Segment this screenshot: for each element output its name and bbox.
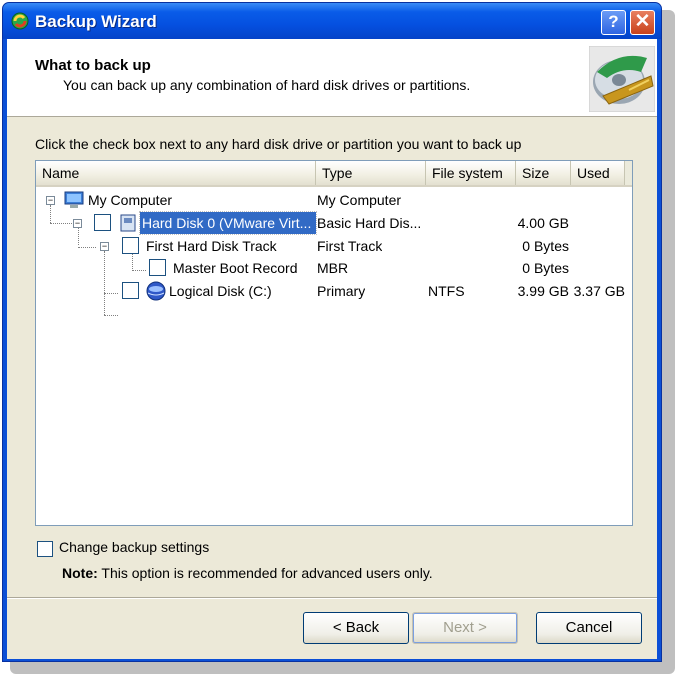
tree-row-hard-disk-0[interactable]: − Hard Disk 0 (VMware Virt... Basic Hard… xyxy=(36,211,632,235)
disk-tree-list[interactable]: Name Type File system Size Used − My Com… xyxy=(35,160,633,526)
row-type: My Computer xyxy=(317,192,402,208)
first-track-checkbox[interactable] xyxy=(122,237,139,254)
title-bar[interactable]: Backup Wizard ? ✕ xyxy=(3,3,661,39)
row-type: MBR xyxy=(317,260,349,276)
logical-disk-checkbox[interactable] xyxy=(122,282,139,299)
hard-disk-checkbox[interactable] xyxy=(94,214,111,231)
row-used: 3.37 GB xyxy=(573,283,625,299)
collapse-icon[interactable]: − xyxy=(100,242,109,251)
window-title: Backup Wizard xyxy=(35,12,157,31)
column-name[interactable]: Name xyxy=(36,161,316,185)
row-name: Master Boot Record xyxy=(173,260,298,276)
note-prefix: Note: xyxy=(62,565,98,581)
page-subtitle: You can back up any combination of hard … xyxy=(63,77,471,93)
tree-row-first-track[interactable]: − First Hard Disk Track First Track 0 By… xyxy=(36,235,632,257)
instruction-text: Click the check box next to any hard dis… xyxy=(35,136,522,152)
column-file-system[interactable]: File system xyxy=(426,161,516,185)
page-title: What to back up xyxy=(35,57,151,74)
next-button[interactable]: Next > xyxy=(412,612,518,644)
row-size: 0 Bytes xyxy=(522,260,569,276)
back-button[interactable]: < Back xyxy=(303,612,409,644)
hard-disk-icon xyxy=(120,214,136,232)
wizard-header: What to back up You can back up any comb… xyxy=(7,39,657,117)
row-name: First Hard Disk Track xyxy=(146,238,277,254)
column-used[interactable]: Used xyxy=(571,161,625,185)
tree-row-my-computer[interactable]: − My Computer My Computer xyxy=(36,189,632,211)
row-name: Hard Disk 0 (VMware Virt... xyxy=(139,211,317,235)
mbr-checkbox[interactable] xyxy=(149,259,166,276)
row-file-system: NTFS xyxy=(428,283,465,299)
row-name: My Computer xyxy=(88,192,173,208)
button-separator xyxy=(7,597,657,599)
change-settings-checkbox[interactable] xyxy=(37,541,53,557)
advanced-note: Note: This option is recommended for adv… xyxy=(62,565,433,581)
close-button[interactable]: ✕ xyxy=(630,10,655,35)
row-type: Primary xyxy=(317,283,366,299)
cancel-button[interactable]: Cancel xyxy=(536,612,642,644)
change-settings-label[interactable]: Change backup settings xyxy=(59,539,209,555)
list-header: Name Type File system Size Used xyxy=(36,161,632,187)
help-button[interactable]: ? xyxy=(601,10,626,35)
row-size: 4.00 GB xyxy=(517,215,569,231)
row-size: 3.99 GB xyxy=(517,283,569,299)
tree-line xyxy=(104,315,118,316)
partition-icon xyxy=(146,281,166,301)
column-type[interactable]: Type xyxy=(316,161,426,185)
tree-row-mbr[interactable]: Master Boot Record MBR 0 Bytes xyxy=(36,257,632,279)
backup-wizard-window: Backup Wizard ? ✕ What to back up You ca… xyxy=(2,2,662,662)
row-name: Logical Disk (C:) xyxy=(169,283,272,299)
column-size[interactable]: Size xyxy=(516,161,571,185)
computer-icon xyxy=(64,191,84,208)
tree-row-logical-disk-c[interactable]: Logical Disk (C:) Primary NTFS 3.99 GB 3… xyxy=(36,280,632,302)
backup-disk-icon xyxy=(589,46,655,112)
row-size: 0 Bytes xyxy=(522,238,569,254)
collapse-icon[interactable]: − xyxy=(46,196,55,205)
row-type: First Track xyxy=(317,238,383,254)
row-type: Basic Hard Dis... xyxy=(317,215,422,231)
backup-app-icon xyxy=(11,12,29,30)
note-text: This option is recommended for advanced … xyxy=(101,565,433,581)
collapse-icon[interactable]: − xyxy=(73,219,82,228)
dialog-client: What to back up You can back up any comb… xyxy=(7,39,657,659)
